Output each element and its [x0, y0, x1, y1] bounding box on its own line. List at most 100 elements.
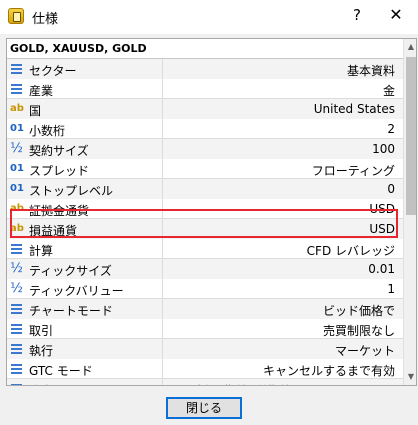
property-name-cell: ½ ティックサイズ — [7, 259, 163, 279]
window-title: 仕様 — [32, 12, 59, 27]
property-row[interactable]: 注文 成行, 指値, 逆指値, ストップリミット — [7, 379, 403, 385]
property-value: 基本資料 — [346, 64, 395, 78]
property-value: 成行, 指値, 逆指値, ストップリミット — [192, 382, 395, 385]
property-row[interactable]: ½ ティックサイズ 0.01 — [7, 259, 403, 279]
property-name-cell: 01 ストップレベル — [7, 179, 163, 199]
text-icon: ab — [10, 103, 24, 114]
property-value-cell: キャンセルするまで有効 — [163, 359, 403, 379]
scroll-thumb[interactable] — [406, 57, 416, 215]
property-row[interactable]: ½ ティックバリュー 1 — [7, 279, 403, 299]
property-value: 0 — [387, 182, 395, 196]
property-value: マーケット — [334, 344, 395, 358]
property-value-cell: CFD レバレッジ — [163, 239, 403, 259]
property-list: セクター 基本資料産業 金 ab 国 United States 01 小数桁 2 ½ 契約サイズ 1… — [7, 59, 403, 385]
vertical-scrollbar[interactable]: ▲ ▼ — [403, 39, 416, 385]
property-name-cell: 産業 — [7, 79, 163, 99]
property-name: セクター — [29, 64, 77, 78]
list-icon — [10, 302, 23, 315]
property-row[interactable]: ab 証拠金通貨 USD — [7, 199, 403, 219]
property-row[interactable]: 産業 金 — [7, 79, 403, 99]
property-name: 産業 — [29, 84, 54, 98]
close-dialog-button[interactable]: 閉じる — [166, 397, 242, 419]
property-row[interactable]: 01 小数桁 2 — [7, 119, 403, 139]
property-name-cell: ab 国 — [7, 99, 163, 119]
property-name: 契約サイズ — [29, 144, 89, 158]
close-button[interactable]: ✕ — [386, 5, 406, 27]
property-value: 売買制限なし — [322, 324, 395, 338]
property-value-cell: USD — [163, 199, 403, 219]
property-name: ストップレベル — [29, 184, 114, 198]
property-value-cell: ビッド価格で — [163, 299, 403, 319]
property-name-cell: セクター — [7, 59, 163, 79]
property-value-cell: フローティング — [163, 159, 403, 179]
property-value-cell: 売買制限なし — [163, 319, 403, 339]
property-name: 証拠金通貨 — [29, 204, 90, 218]
property-row[interactable]: チャートモード ビッド価格で — [7, 299, 403, 319]
list-icon — [10, 62, 23, 75]
property-name-cell: ab 証拠金通貨 — [7, 199, 163, 219]
property-row[interactable]: 取引 売買制限なし — [7, 319, 403, 339]
property-name: チャートモード — [29, 304, 113, 318]
text-icon: ab — [10, 223, 24, 234]
list-icon — [10, 382, 23, 385]
list-icon — [10, 322, 23, 335]
property-value: 100 — [372, 142, 395, 156]
property-row[interactable]: GTC モード キャンセルするまで有効 — [7, 359, 403, 379]
property-value: 0.01 — [368, 262, 395, 276]
integer-icon: 01 — [10, 123, 24, 134]
fraction-icon: ½ — [10, 281, 23, 296]
property-row[interactable]: ab 損益通貨 USD — [7, 219, 403, 239]
integer-icon: 01 — [10, 183, 24, 194]
property-name: 国 — [29, 104, 42, 118]
property-row[interactable]: ab 国 United States — [7, 99, 403, 119]
property-row[interactable]: 計算 CFD レバレッジ — [7, 239, 403, 259]
scroll-up-arrow-icon[interactable]: ▲ — [404, 39, 416, 55]
specification-panel: GOLD, XAUUSD, GOLD セクター 基本資料産業 金 ab 国 United … — [6, 38, 417, 386]
property-name-cell: 執行 — [7, 339, 163, 359]
property-name: 計算 — [29, 244, 54, 258]
property-value: 金 — [382, 84, 395, 98]
property-name-cell: GTC モード — [7, 359, 163, 379]
list-icon — [10, 342, 23, 355]
property-value: 1 — [387, 282, 395, 296]
property-name-cell: 01 小数桁 — [7, 119, 163, 139]
property-value-cell: 1 — [163, 279, 403, 299]
symbol-header: GOLD, XAUUSD, GOLD — [7, 39, 403, 59]
fraction-icon: ½ — [10, 141, 23, 156]
property-row[interactable]: ½ 契約サイズ 100 — [7, 139, 403, 159]
property-value-cell: 2 — [163, 119, 403, 139]
property-name: 損益通貨 — [29, 224, 78, 238]
fraction-icon: ½ — [10, 261, 23, 276]
property-value-cell: 100 — [163, 139, 403, 159]
property-value-cell: 0 — [163, 179, 403, 199]
property-value: USD — [369, 222, 395, 236]
property-row[interactable]: 01 ストップレベル 0 — [7, 179, 403, 199]
list-icon — [10, 242, 23, 255]
property-value: キャンセルするまで有効 — [262, 364, 395, 378]
property-row[interactable]: セクター 基本資料 — [7, 59, 403, 79]
property-name-cell: 注文 — [7, 379, 163, 385]
property-value: CFD レバレッジ — [306, 244, 395, 258]
text-icon: ab — [10, 203, 24, 214]
app-icon — [8, 8, 24, 24]
property-row[interactable]: 執行 マーケット — [7, 339, 403, 359]
integer-icon: 01 — [10, 163, 24, 174]
property-name: スプレッド — [29, 164, 90, 178]
title-bar: 仕様 ? ✕ — [0, 0, 418, 34]
property-row[interactable]: 01 スプレッド フローティング — [7, 159, 403, 179]
property-name-cell: 01 スプレッド — [7, 159, 163, 179]
property-name: GTC モード — [29, 364, 93, 378]
property-name-cell: ½ ティックバリュー — [7, 279, 163, 299]
property-value: フローティング — [311, 164, 395, 178]
list-icon — [10, 82, 23, 95]
property-value-cell: 成行, 指値, 逆指値, ストップリミット — [163, 379, 403, 385]
scroll-down-arrow-icon[interactable]: ▼ — [404, 369, 416, 385]
property-name: 注文 — [29, 382, 53, 385]
help-button[interactable]: ? — [348, 6, 366, 26]
property-value-cell: 金 — [163, 79, 403, 99]
property-name-cell: チャートモード — [7, 299, 163, 319]
property-name: 取引 — [29, 324, 54, 338]
property-value: USD — [369, 202, 395, 216]
property-name: 執行 — [29, 344, 54, 358]
property-value-cell: United States — [163, 99, 403, 119]
